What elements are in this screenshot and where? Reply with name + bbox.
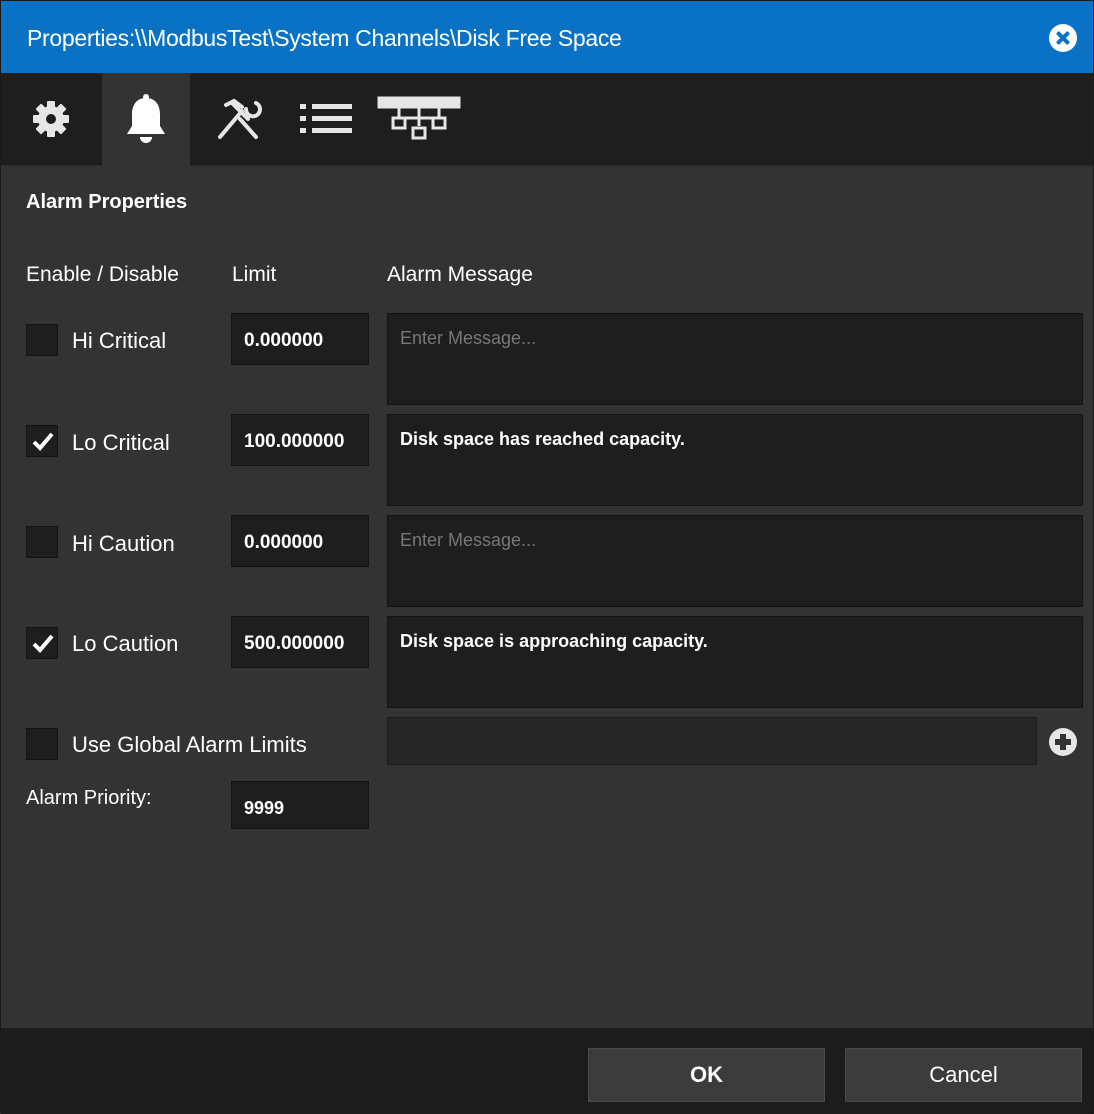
section-title: Alarm Properties (26, 191, 188, 213)
close-icon[interactable] (1049, 24, 1077, 52)
column-header-enable: Enable / Disable (26, 263, 179, 286)
lo-caution-message-input[interactable]: Disk space is approaching capacity. (387, 616, 1083, 708)
bell-icon (124, 93, 168, 146)
lo-caution-limit-input[interactable]: 500.000000 (231, 616, 369, 668)
tab-list[interactable] (283, 73, 369, 165)
alarm-priority-label: Alarm Priority: (26, 787, 152, 809)
hi-critical-checkbox[interactable] (26, 324, 58, 356)
title-bar: Properties:\\ModbusTest\System Channels\… (1, 1, 1093, 73)
gear-icon (31, 99, 71, 139)
lo-caution-label: Lo Caution (72, 631, 179, 656)
hi-critical-message-input[interactable]: Enter Message... (387, 313, 1083, 405)
tab-tools[interactable] (193, 73, 283, 165)
alarm-priority-input[interactable]: 9999 (231, 781, 369, 829)
ok-button[interactable]: OK (588, 1048, 825, 1102)
column-header-limit: Limit (232, 263, 277, 286)
properties-dialog: Properties:\\ModbusTest\System Channels\… (0, 0, 1094, 1114)
hi-critical-label: Hi Critical (72, 328, 167, 353)
tools-icon (212, 97, 264, 141)
global-alarm-limits-input[interactable] (387, 717, 1037, 765)
list-icon (300, 102, 352, 136)
checkmark-icon (32, 634, 54, 653)
hi-caution-message-input[interactable]: Enter Message... (387, 515, 1083, 607)
hi-caution-label: Hi Caution (72, 531, 175, 556)
global-alarm-limits-checkbox[interactable] (26, 728, 58, 760)
tab-alarms[interactable] (102, 73, 190, 166)
lo-critical-message-input[interactable]: Disk space has reached capacity. (387, 414, 1083, 506)
tab-general[interactable] (1, 73, 101, 165)
window-title: Properties:\\ModbusTest\System Channels\… (27, 25, 622, 51)
plus-circle-icon[interactable] (1049, 728, 1077, 756)
cancel-button[interactable]: Cancel (845, 1048, 1082, 1102)
lo-critical-checkbox[interactable] (26, 425, 58, 457)
checkmark-icon (32, 432, 54, 451)
tab-network[interactable] (371, 73, 467, 165)
hi-caution-checkbox[interactable] (26, 526, 58, 558)
lo-caution-checkbox[interactable] (26, 627, 58, 659)
column-header-message: Alarm Message (387, 263, 533, 286)
tab-bar (1, 73, 1093, 166)
lo-critical-limit-input[interactable]: 100.000000 (231, 414, 369, 466)
network-icon (377, 96, 461, 142)
global-alarm-limits-label: Use Global Alarm Limits (72, 732, 307, 757)
lo-critical-label: Lo Critical (72, 430, 170, 455)
hi-critical-limit-input[interactable]: 0.000000 (231, 313, 369, 365)
hi-caution-limit-input[interactable]: 0.000000 (231, 515, 369, 567)
